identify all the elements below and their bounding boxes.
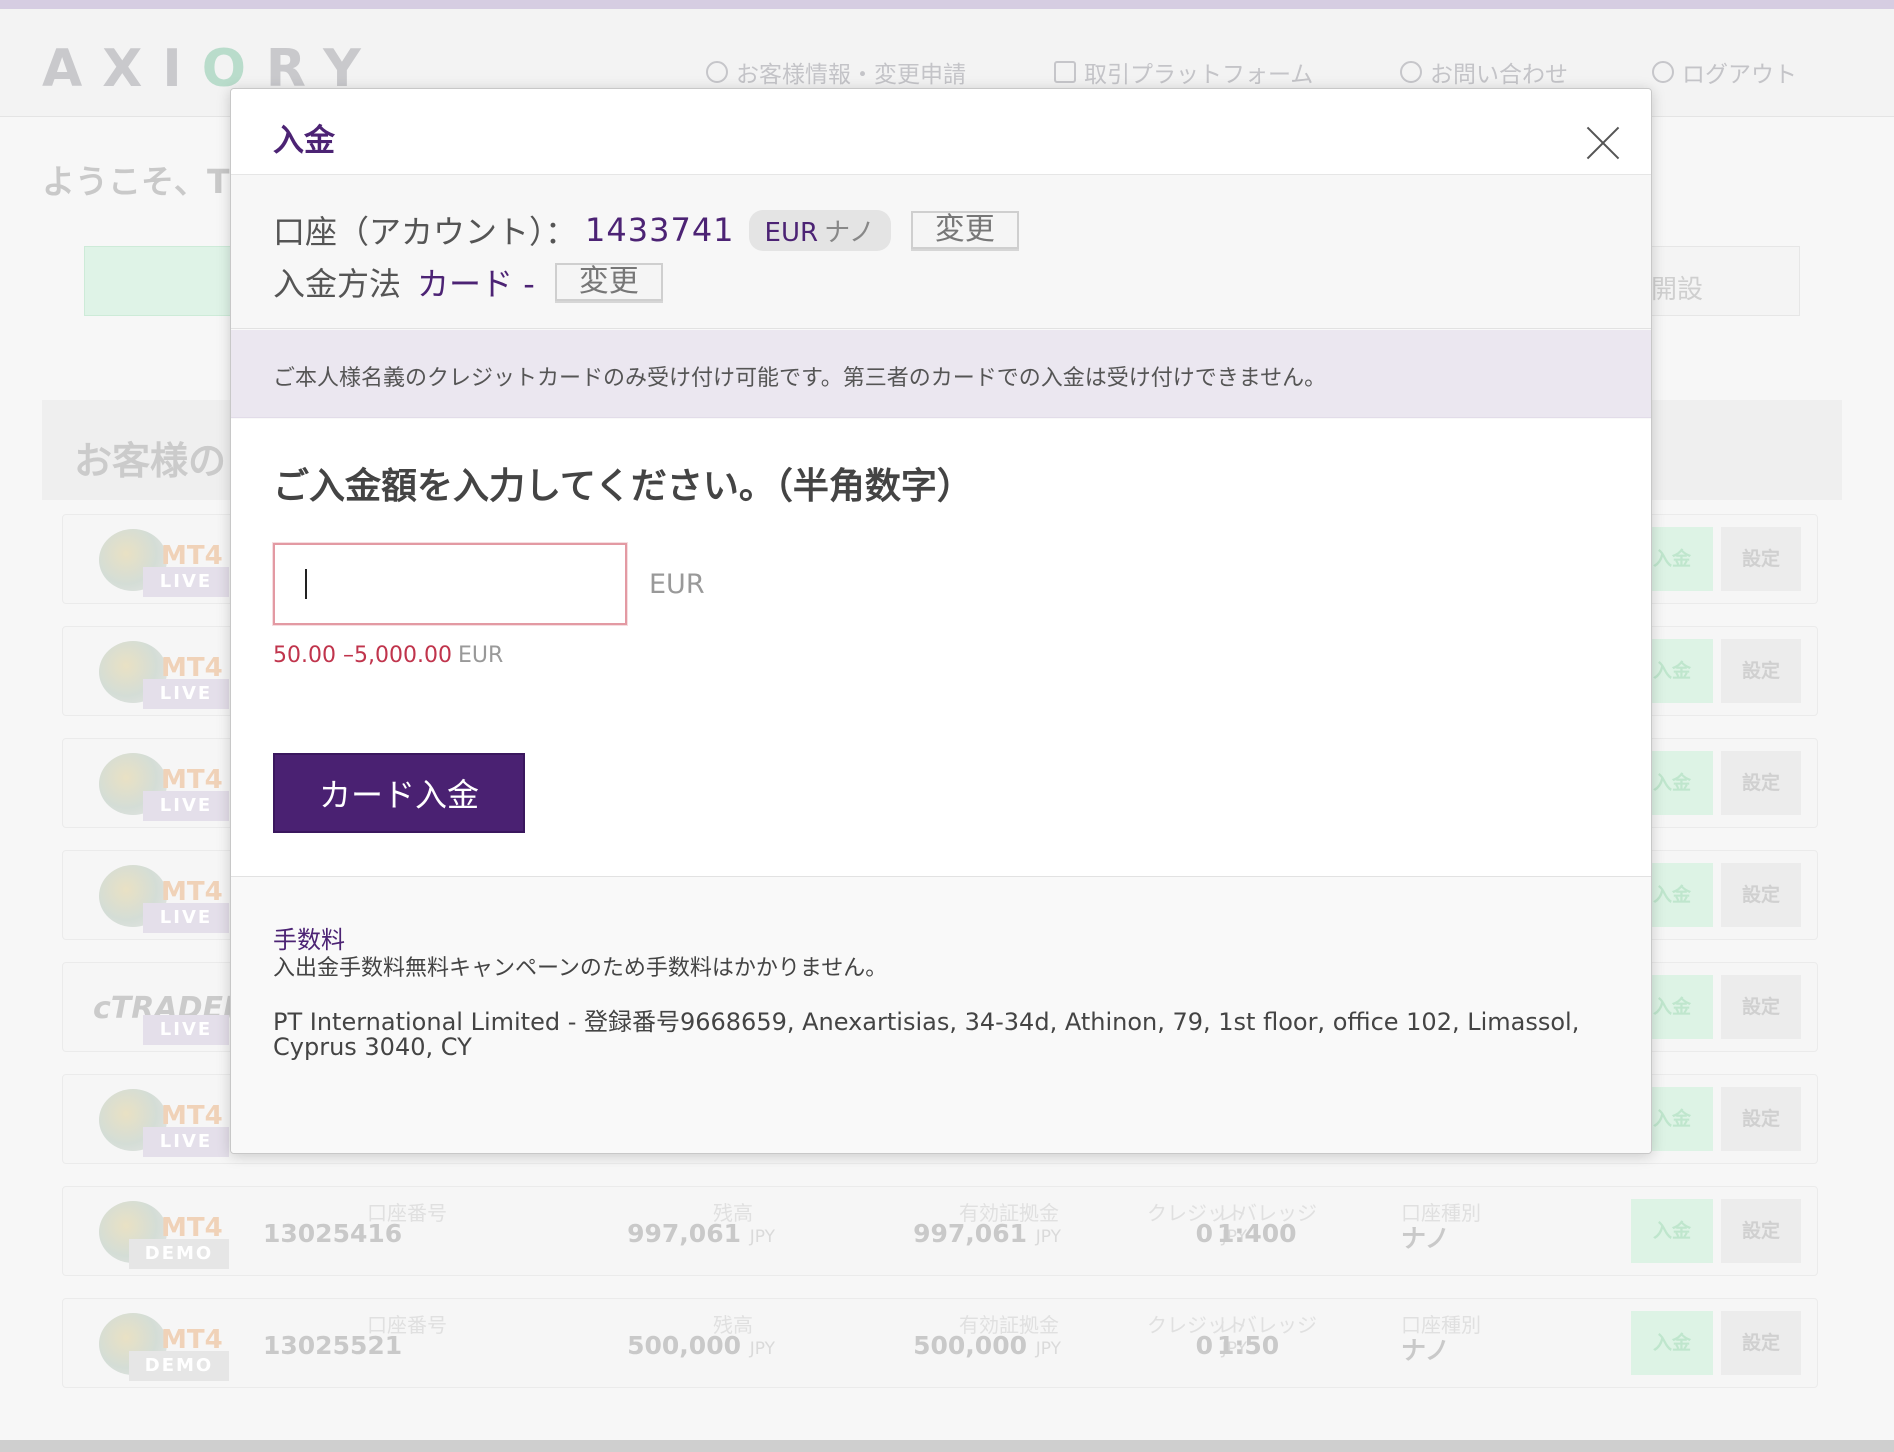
leverage-value: 1:50 [1217, 1331, 1280, 1360]
settings-button[interactable]: 設定 [1721, 639, 1801, 703]
nav-contact-label: お問い合わせ [1430, 62, 1568, 88]
kind-value: ナノ [1401, 1336, 1450, 1365]
monitor-icon [1054, 61, 1076, 83]
logout-icon [1652, 61, 1674, 83]
account-type-tag: LIVE [143, 567, 229, 597]
account-type-tag: LIVE [143, 679, 229, 709]
change-account-button[interactable]: 変更 [910, 211, 1019, 249]
modal-footer: 手数料 入出金手数料無料キャンペーンのため手数料はかかりません。 PT Inte… [231, 878, 1651, 1153]
amount-range-currency: EUR [457, 643, 504, 668]
account-currency: EUR [764, 217, 819, 248]
top-accent-line [0, 0, 1894, 9]
accounts-section-title: お客様の [74, 439, 227, 483]
modal-title: 入金 [273, 123, 335, 159]
settings-button[interactable]: 設定 [1721, 1087, 1801, 1151]
nav-logout-label: ログアウト [1682, 62, 1797, 88]
modal-header: 入金 [231, 89, 1651, 175]
settings-button[interactable]: 設定 [1721, 751, 1801, 815]
account-kind: ナノ [824, 217, 875, 248]
deposit-button[interactable]: 入金 [1631, 1199, 1713, 1263]
account-type-tag: DEMO [129, 1239, 229, 1269]
method-line: 入金方法 カード - 変更 [273, 259, 663, 305]
company-info: PT International Limited - 登録番号9668659, … [273, 1008, 1580, 1061]
amount-range-hint: 50.00 –5,000.00 EUR [273, 643, 503, 668]
method-value: カード - [417, 265, 535, 303]
amount-input[interactable] [273, 543, 627, 625]
method-label: 入金方法 [273, 265, 402, 303]
account-type-tag: LIVE [143, 1127, 229, 1157]
settings-button[interactable]: 設定 [1721, 975, 1801, 1039]
nav-logout[interactable]: ログアウト [1652, 55, 1797, 89]
nav-customer-info[interactable]: お客様情報・変更申請 [706, 55, 966, 89]
bottom-scrollbar[interactable] [0, 1440, 1894, 1452]
change-method-button[interactable]: 変更 [554, 263, 663, 301]
kind-value: ナノ [1401, 1224, 1450, 1253]
nav-contact[interactable]: お問い合わせ [1400, 55, 1568, 89]
balance-value: 997,061 JPY [627, 1219, 775, 1248]
fee-text: 入出金手数料無料キャンペーンのため手数料はかかりません。 [273, 956, 888, 981]
amount-currency: EUR [649, 569, 705, 600]
close-icon[interactable] [1585, 125, 1621, 161]
card-deposit-button[interactable]: カード入金 [273, 753, 525, 833]
settings-button[interactable]: 設定 [1721, 1199, 1801, 1263]
account-row: MT4 DEMO 口座番号 13025416 残高 997,061 JPY 有効… [62, 1186, 1818, 1276]
account-info-section: 口座（アカウント）： 1433741 EUR ナノ 変更 入金方法 カード - 変… [231, 175, 1651, 329]
card-notice-banner: ご本人様名義のクレジットカードのみ受け付け可能です。第三者のカードでの入金は受け… [231, 330, 1651, 418]
settings-button[interactable]: 設定 [1721, 863, 1801, 927]
nav-trading-platform-label: 取引プラットフォーム [1084, 62, 1314, 88]
amount-prompt: ご入金額を入力してください。（半角数字） [273, 466, 973, 507]
deposit-button[interactable]: 入金 [1631, 1311, 1713, 1375]
account-type-tag: DEMO [129, 1351, 229, 1381]
settings-button[interactable]: 設定 [1721, 1311, 1801, 1375]
equity-value: 997,061 JPY [913, 1219, 1061, 1248]
account-type-tag: LIVE [143, 791, 229, 821]
account-line: 口座（アカウント）： 1433741 EUR ナノ 変更 [273, 207, 1019, 253]
green-action-button[interactable] [84, 246, 244, 316]
nav-trading-platform[interactable]: 取引プラットフォーム [1054, 55, 1313, 89]
nav-customer-info-label: お客様情報・変更申請 [736, 62, 966, 88]
account-badge: EUR ナノ [748, 209, 891, 251]
leverage-value: 1:400 [1217, 1219, 1297, 1248]
welcome-text: ようこそ、T [42, 162, 230, 201]
account-no: 13025521 [263, 1331, 403, 1360]
account-label: 口座（アカウント）： [273, 213, 578, 251]
account-type-tag: LIVE [143, 1015, 229, 1045]
account-row: MT4 DEMO 口座番号 13025521 残高 500,000 JPY 有効… [62, 1298, 1818, 1388]
card-notice-text: ご本人様名義のクレジットカードのみ受け付け可能です。第三者のカードでの入金は受け… [273, 366, 1327, 391]
settings-button[interactable]: 設定 [1721, 527, 1801, 591]
equity-value: 500,000 JPY [913, 1331, 1061, 1360]
user-circle-icon [706, 61, 728, 83]
deposit-form: ご入金額を入力してください。（半角数字） EUR 50.00 –5,000.00… [231, 419, 1651, 877]
account-type-tag: LIVE [143, 903, 229, 933]
text-caret [305, 569, 307, 599]
account-number: 1433741 [585, 211, 735, 249]
account-no: 13025416 [263, 1219, 403, 1248]
balance-value: 500,000 JPY [627, 1331, 775, 1360]
deposit-modal: 入金 口座（アカウント）： 1433741 EUR ナノ 変更 入金方法 カード … [230, 88, 1652, 1154]
question-icon [1400, 61, 1422, 83]
amount-range: 50.00 –5,000.00 [273, 643, 452, 668]
